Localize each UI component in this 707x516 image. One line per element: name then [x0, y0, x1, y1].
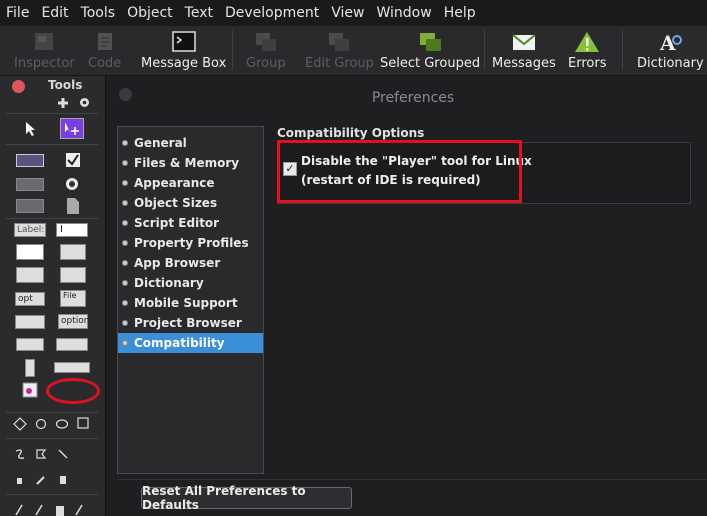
circle-tool-icon[interactable] [35, 418, 47, 430]
button-tool-icon[interactable] [16, 154, 44, 167]
messages-button[interactable]: Messages [492, 30, 556, 74]
category-object-sizes[interactable]: Object Sizes [118, 193, 263, 213]
bucket-tool-icon[interactable] [14, 474, 26, 486]
menu-development[interactable]: Development [223, 5, 321, 21]
segment-tool-icon[interactable] [56, 338, 88, 351]
category-compatibility[interactable]: Compatibility [118, 333, 263, 353]
bullet-icon [122, 140, 128, 146]
category-script-editor[interactable]: Script Editor [118, 213, 263, 233]
select-grouped-icon [420, 33, 442, 51]
label-tool-icon[interactable]: Label: [14, 223, 46, 237]
group-icon [255, 33, 276, 51]
preferences-window: Preferences General Files & Memory Appea… [107, 76, 707, 516]
checkbox-tool-icon[interactable] [65, 152, 81, 168]
menu-file[interactable]: File [4, 5, 31, 21]
text-field-tool-icon[interactable]: I [56, 223, 88, 237]
menu-tools[interactable]: Tools [79, 5, 118, 21]
scrollbar-tool-icon[interactable] [25, 359, 35, 377]
list-tool-icon[interactable] [16, 267, 44, 283]
errors-button[interactable]: Errors [568, 30, 606, 74]
plus-icon[interactable] [56, 96, 70, 110]
table-tool-icon[interactable] [60, 244, 86, 260]
tab-tool-icon[interactable] [16, 338, 44, 351]
menu-window[interactable]: Window [374, 5, 433, 21]
bullet-icon [122, 200, 128, 206]
field-tool-icon[interactable] [16, 199, 44, 213]
bullet-icon [122, 260, 128, 266]
rect-button-tool-icon[interactable] [16, 178, 44, 191]
category-project-browser[interactable]: Project Browser [118, 313, 263, 333]
diamond-tool-icon[interactable] [13, 417, 27, 431]
category-property-profiles[interactable]: Property Profiles [118, 233, 263, 253]
category-dictionary[interactable]: Dictionary [118, 273, 263, 293]
menu-bar: File Edit Tools Object Text Development … [0, 0, 707, 26]
menu-object[interactable]: Object [125, 5, 175, 21]
option-menu-tool-icon[interactable]: opt [15, 292, 45, 306]
polygon-tool-icon[interactable] [35, 448, 47, 460]
edit-tool-icon[interactable] [60, 118, 84, 139]
bullet-icon [122, 340, 128, 346]
edit-group-button[interactable]: Edit Group [305, 30, 374, 74]
oval-tool-icon[interactable] [55, 418, 69, 430]
line-tool-icon[interactable] [57, 448, 69, 460]
list-field-tool-icon[interactable] [60, 267, 86, 283]
paint-tools-row-icon[interactable] [14, 502, 94, 516]
menu-view[interactable]: View [329, 5, 366, 21]
bullet-icon [122, 300, 128, 306]
menu-text[interactable]: Text [183, 5, 215, 21]
rectangle-tool-icon[interactable] [77, 417, 89, 429]
reset-preferences-button[interactable]: Reset All Preferences to Defaults [141, 484, 352, 512]
message-box-icon [171, 31, 196, 52]
bullet-icon [122, 240, 128, 246]
eraser-tool-icon[interactable] [57, 474, 69, 486]
radio-tool-icon[interactable] [65, 177, 79, 191]
menu-edit[interactable]: Edit [39, 5, 70, 21]
highlight-oval [46, 378, 100, 404]
select-grouped-button[interactable]: Select Grouped [380, 30, 480, 74]
bullet-icon [122, 220, 128, 226]
toolbar: Inspector Code Message Box Group Edit Gr… [0, 26, 707, 76]
option-button-tool-icon[interactable]: option [58, 314, 89, 329]
gear-icon[interactable] [78, 96, 91, 109]
category-general[interactable]: General [118, 133, 263, 153]
envelope-icon [512, 34, 536, 50]
category-appearance[interactable]: Appearance [118, 173, 263, 193]
inspector-button[interactable]: Inspector [14, 30, 75, 74]
curve-tool-icon[interactable] [14, 448, 26, 460]
pencil-tool-icon[interactable] [35, 474, 47, 486]
scroll-field-tool-icon[interactable] [16, 244, 44, 260]
message-box-button[interactable]: Message Box [141, 30, 226, 74]
preferences-title: Preferences [371, 90, 455, 106]
group-button[interactable]: Group [246, 30, 286, 74]
dictionary-button[interactable]: A Dictionary [637, 30, 704, 74]
bullet-icon [122, 180, 128, 186]
warning-icon [575, 32, 600, 52]
category-list: General Files & Memory Appearance Object… [117, 126, 264, 474]
inspector-icon [35, 33, 54, 50]
combo-tool-icon[interactable] [15, 315, 45, 329]
edit-group-icon [329, 33, 350, 51]
highlight-box [277, 140, 522, 203]
menu-help[interactable]: Help [442, 5, 478, 21]
divider [117, 479, 707, 480]
tools-palette: Tools Label: I opt File option [0, 76, 106, 516]
bullet-icon [122, 280, 128, 286]
category-mobile-support[interactable]: Mobile Support [118, 293, 263, 313]
bullet-icon [122, 320, 128, 326]
slider-tool-icon[interactable] [54, 362, 90, 373]
close-icon[interactable] [12, 80, 25, 93]
script-icon [97, 33, 112, 50]
pointer-icon[interactable] [24, 121, 38, 137]
category-files-memory[interactable]: Files & Memory [118, 153, 263, 173]
image-tool-icon[interactable] [66, 197, 80, 215]
code-button[interactable]: Code [88, 30, 121, 74]
dictionary-icon: A [659, 31, 683, 54]
category-app-browser[interactable]: App Browser [118, 253, 263, 273]
bullet-icon [122, 160, 128, 166]
section-title: Compatibility Options [277, 126, 425, 140]
player-tool-icon[interactable] [22, 382, 38, 398]
file-tool-icon[interactable]: File [60, 290, 86, 307]
tools-title: Tools [48, 78, 83, 92]
